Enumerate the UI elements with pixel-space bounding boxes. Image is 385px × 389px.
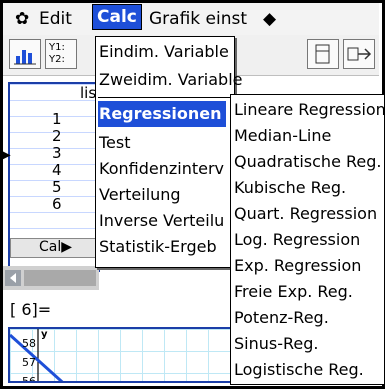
menu-item-eindim-variable[interactable]: Eindim. Variable — [99, 39, 229, 64]
submenu-item-logistische-reg[interactable]: Logistische Reg. — [234, 356, 364, 383]
graph-view-button[interactable] — [9, 39, 41, 69]
list-row-number: 4 — [52, 161, 62, 179]
list-row-number: 3 — [52, 144, 62, 162]
calc-menu: Eindim. Variable Zweidim. Variable Regre… — [95, 36, 242, 268]
submenu-item-lineare-regression[interactable]: Lineare Regression — [234, 96, 385, 123]
submenu-item-kubische-reg[interactable]: Kubische Reg. — [234, 174, 346, 201]
cal-label: Cal▶ — [39, 239, 73, 255]
submenu-item-log-regression[interactable]: Log. Regression — [234, 226, 360, 253]
arrow-right-icon — [347, 47, 372, 61]
cell-reference: [ 6]= — [10, 300, 52, 319]
submenu-item-potenz-reg[interactable]: Potenz-Reg. — [234, 304, 329, 331]
submenu-item-sinus-reg[interactable]: Sinus-Reg. — [234, 330, 318, 357]
graph-editor-button[interactable]: Y1: Y2: — [45, 39, 77, 69]
bar-graph-icon — [14, 50, 36, 65]
scrollbar-thumb[interactable] — [24, 270, 96, 286]
y1-label: Y1: — [49, 42, 65, 53]
menu-item-verteilung[interactable]: Verteilung — [99, 182, 181, 207]
pointer-icon: ▶ — [0, 147, 11, 163]
list-row-number: 1 — [52, 110, 62, 128]
list-row-number: 2 — [52, 127, 62, 145]
menu-more-icon[interactable]: ◆ — [263, 9, 276, 29]
submenu-item-quart-regression[interactable]: Quart. Regression — [234, 200, 377, 227]
menu-edit[interactable]: Edit — [39, 9, 72, 29]
menu-calc[interactable]: Calc — [92, 4, 142, 30]
scroll-left-icon[interactable] — [5, 270, 21, 286]
table-view-button[interactable] — [307, 39, 339, 69]
menu-bar: ✿ Edit Grafik einst ◆ — [3, 3, 379, 36]
list-header: lis — [80, 84, 97, 102]
menu-item-inverse-verteilung[interactable]: Inverse Verteilu — [99, 208, 224, 233]
menu-grafik-einst[interactable]: Grafik einst — [149, 9, 247, 29]
graph-tick-label: 56 — [22, 375, 36, 383]
table-icon — [315, 44, 330, 64]
y2-label: Y2: — [49, 54, 65, 65]
submenu-item-freie-exp-reg[interactable]: Freie Exp. Reg. — [234, 278, 353, 305]
y-axis-label: y — [41, 329, 48, 340]
submenu-item-median-line[interactable]: Median-Line — [234, 122, 331, 149]
graph-tick-label: 58 — [22, 337, 36, 350]
list-row-number: 5 — [52, 178, 62, 196]
gear-icon[interactable]: ✿ — [15, 9, 29, 29]
list-row-number: 6 — [52, 195, 62, 213]
menu-item-konfidenzintervall[interactable]: Konfidenzinterv — [99, 156, 224, 181]
menu-item-zweidim-variable[interactable]: Zweidim. Variable — [99, 67, 242, 92]
submenu-item-exp-regression[interactable]: Exp. Regression — [234, 252, 361, 279]
regressionen-submenu: Lineare Regression Median-Line Quadratis… — [230, 94, 385, 385]
menu-item-regressionen[interactable]: Regressionen — [99, 101, 222, 126]
graph-tick-label: 57 — [22, 356, 36, 369]
menu-calc-label: Calc — [97, 7, 137, 27]
menu-separator — [98, 97, 232, 98]
next-button[interactable] — [343, 39, 375, 69]
submenu-item-quadratische-reg[interactable]: Quadratische Reg. — [234, 148, 381, 175]
menu-item-statistik-ergebnis[interactable]: Statistik-Ergeb — [99, 234, 217, 259]
cal-row[interactable]: Cal▶ — [10, 238, 96, 258]
menu-item-test[interactable]: Test — [99, 130, 131, 155]
